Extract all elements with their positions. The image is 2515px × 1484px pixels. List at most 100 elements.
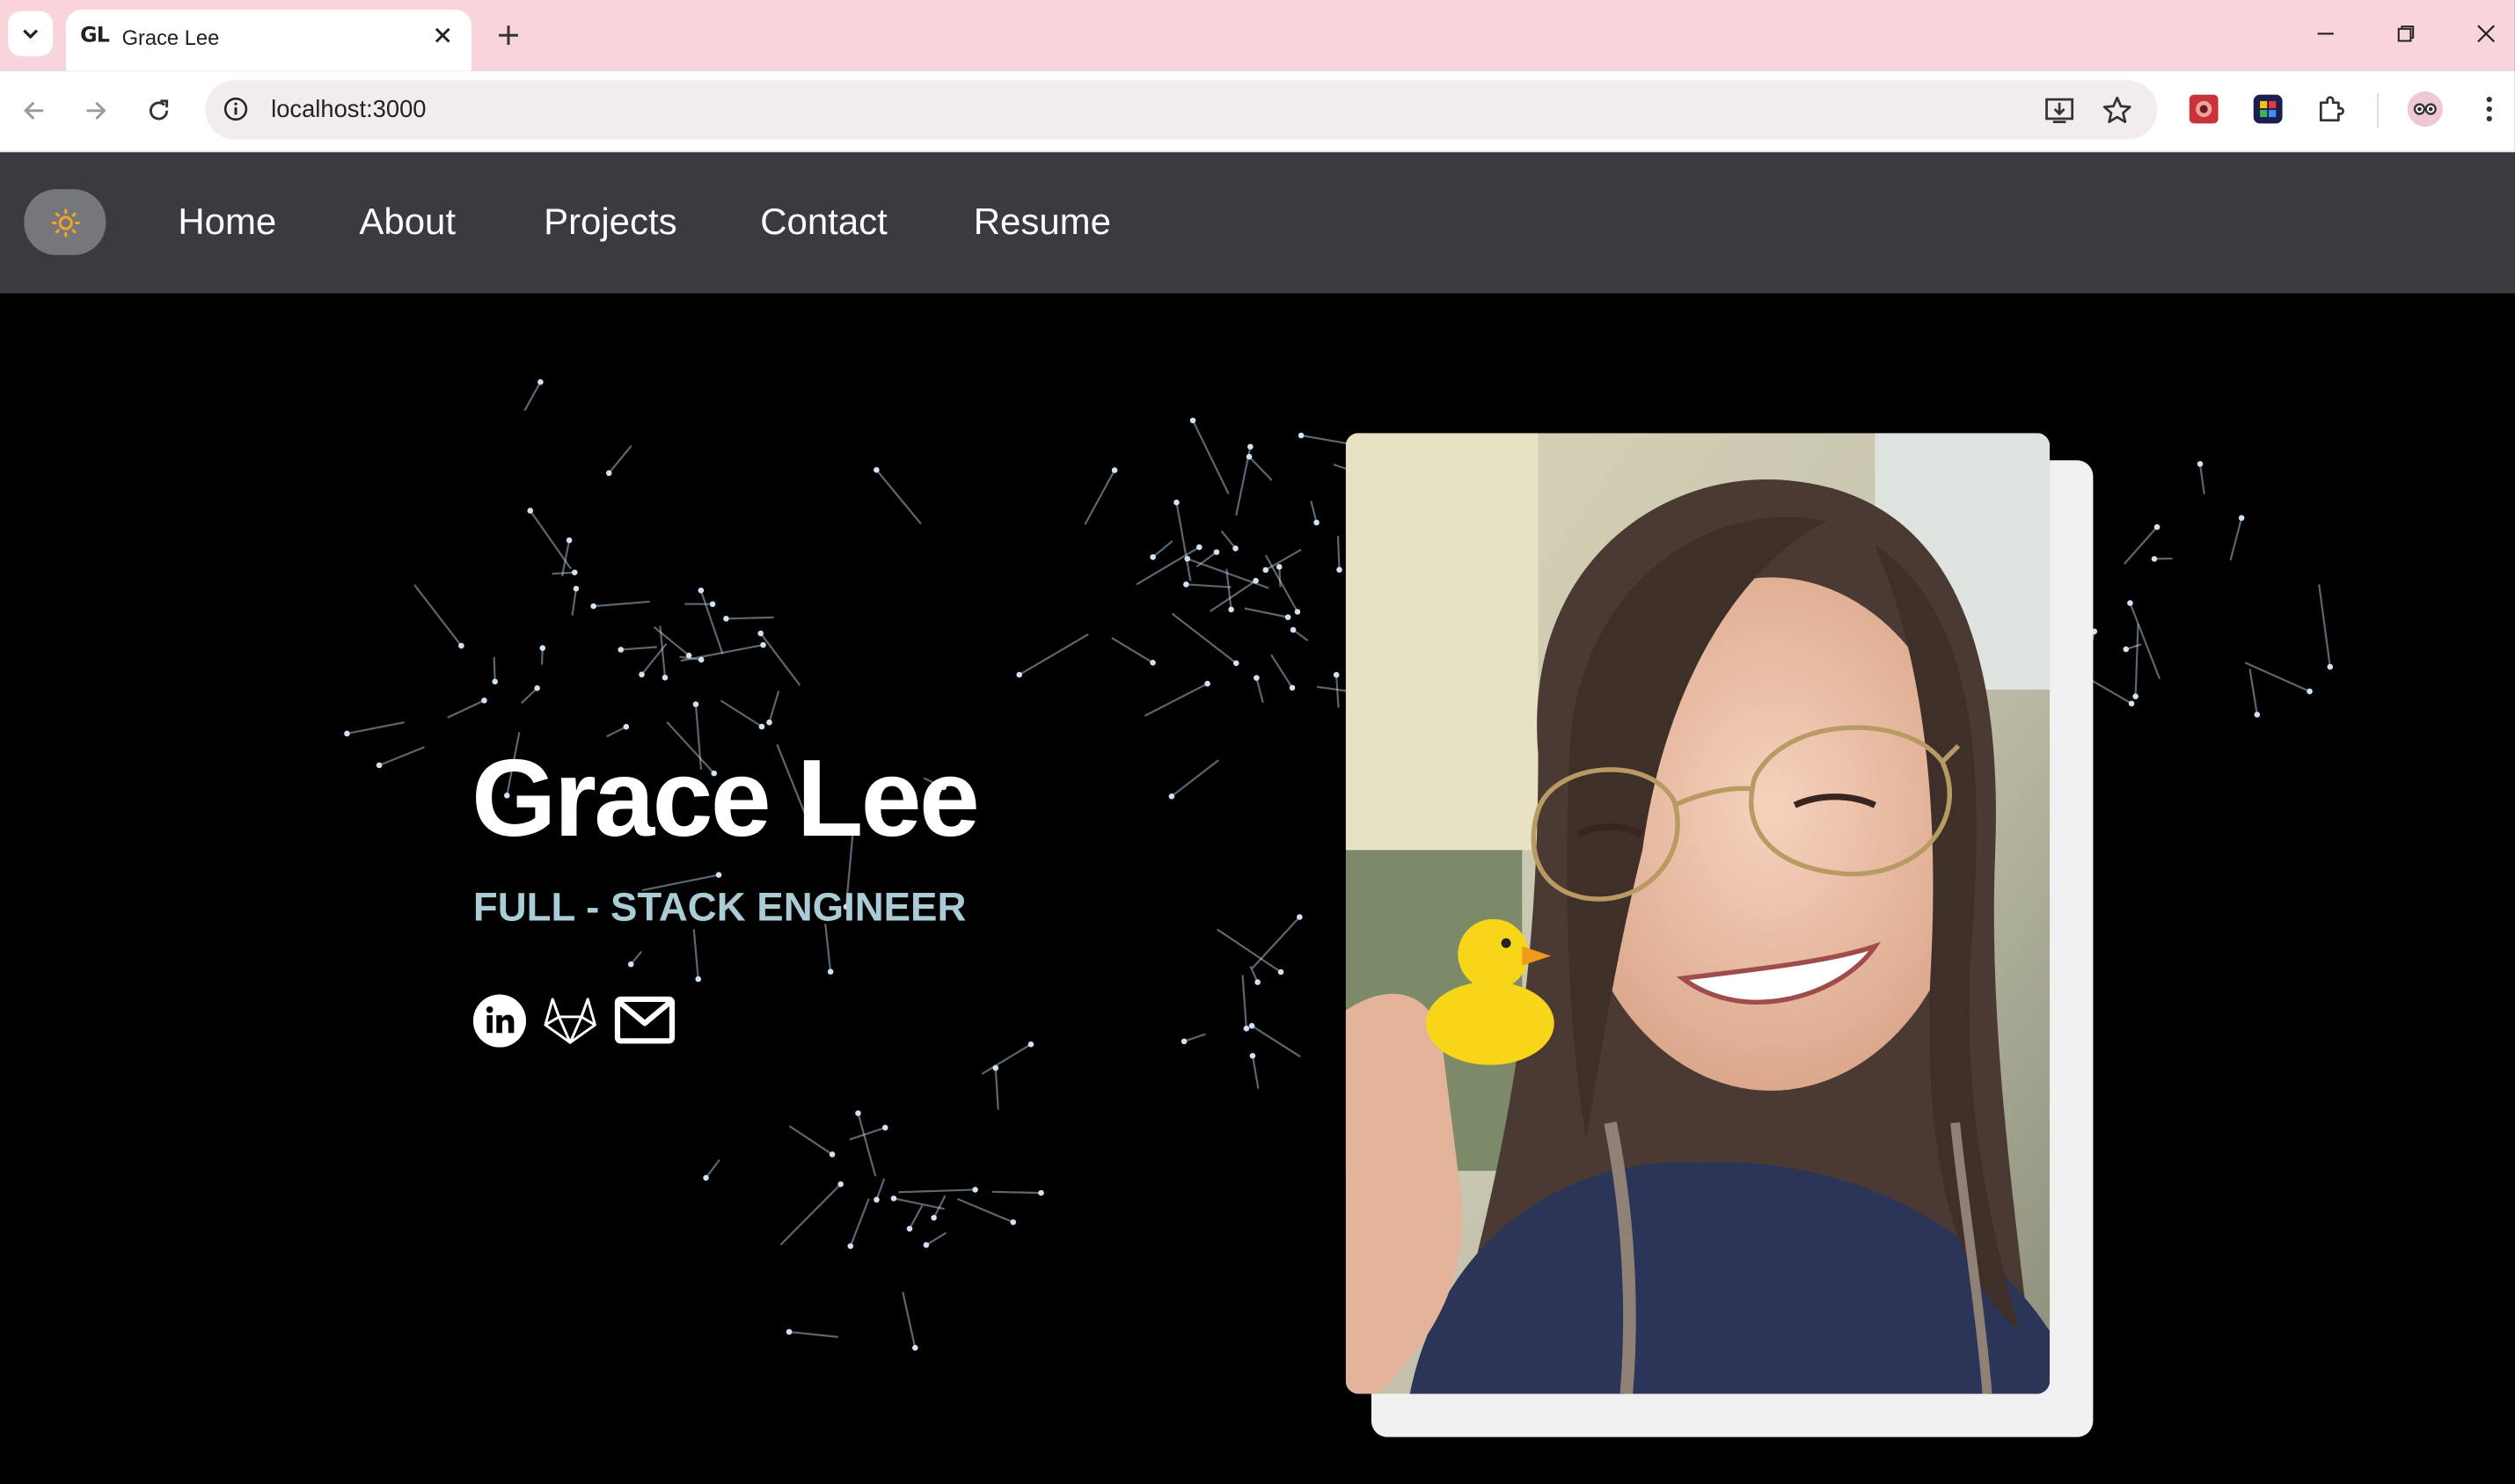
star-dot	[2151, 556, 2158, 562]
star-dot	[1150, 553, 1156, 560]
star-streak	[521, 687, 538, 705]
star-streak	[1195, 551, 1217, 568]
star-dot	[695, 976, 702, 983]
gitlab-link[interactable]	[542, 990, 598, 1050]
browser-toolbar: localhost:3000	[0, 70, 2515, 153]
star-streak	[1251, 1025, 1301, 1058]
star-streak	[1111, 637, 1154, 664]
star-dot	[1150, 660, 1156, 666]
star-dot	[344, 730, 350, 737]
tab-list-button[interactable]	[8, 11, 54, 56]
portrait-illustration	[1345, 433, 2051, 1394]
restore-button[interactable]	[2387, 14, 2425, 53]
star-dot	[573, 585, 580, 592]
back-button[interactable]	[13, 90, 55, 131]
linkedin-link[interactable]	[472, 990, 527, 1050]
star-streak	[1171, 612, 1237, 664]
tab-title: Grace Lee	[121, 26, 220, 50]
star-dot	[2327, 663, 2334, 670]
star-dot	[1277, 969, 1284, 976]
extensions-button[interactable]	[2314, 91, 2350, 127]
star-dot	[923, 1242, 930, 1248]
nav-link-contact[interactable]: Contact	[760, 201, 888, 244]
nav-link-about[interactable]: About	[359, 201, 456, 244]
star-streak	[857, 1113, 877, 1177]
star-dot	[1290, 626, 1297, 633]
star-dot	[2153, 523, 2160, 530]
star-dot	[458, 642, 464, 649]
star-streak	[1244, 607, 1289, 618]
star-dot	[1294, 609, 1301, 615]
url-text[interactable]: localhost:3000	[271, 96, 426, 123]
star-streak	[493, 657, 496, 682]
reload-button[interactable]	[138, 90, 179, 131]
minimize-icon	[2317, 33, 2334, 35]
linkedin-icon	[472, 993, 527, 1047]
star-dot	[847, 1243, 854, 1249]
star-dot	[1027, 1041, 1035, 1048]
star-dot	[2132, 693, 2138, 699]
window-close-button[interactable]	[2467, 14, 2505, 53]
star-dot	[2128, 700, 2135, 707]
nav-link-projects[interactable]: Projects	[544, 201, 677, 244]
address-bar[interactable]: localhost:3000	[205, 80, 2158, 140]
star-streak	[1310, 501, 1318, 523]
site-info-button[interactable]	[222, 95, 251, 124]
star-dot	[376, 762, 383, 769]
star-dot	[698, 656, 705, 663]
star-streak	[705, 1159, 720, 1179]
star-dot	[827, 969, 834, 975]
star-dot	[1228, 606, 1234, 613]
forward-arrow-icon	[86, 101, 106, 120]
star-dot	[760, 641, 766, 648]
toolbar-divider	[2377, 92, 2379, 128]
star-dot	[639, 671, 645, 678]
star-dot	[1010, 1219, 1017, 1225]
forward-button[interactable]	[76, 90, 117, 131]
star-streak	[2198, 464, 2205, 494]
star-dot	[1016, 671, 1023, 678]
star-dot	[786, 1328, 793, 1335]
profile-avatar-icon	[2407, 91, 2443, 128]
new-tab-button[interactable]	[489, 16, 528, 55]
star-streak	[552, 571, 575, 575]
install-app-button[interactable]	[2043, 95, 2075, 127]
extension-button-1[interactable]	[2186, 91, 2221, 127]
extension-button-2[interactable]	[2250, 91, 2285, 127]
bookmark-button[interactable]	[2102, 95, 2133, 127]
star-streak	[620, 646, 657, 651]
chevron-down-icon	[23, 29, 39, 40]
minimize-button[interactable]	[2307, 14, 2345, 53]
profile-button[interactable]	[2407, 91, 2443, 128]
star-dot	[1204, 680, 1210, 687]
star-streak	[1265, 548, 1302, 571]
gitlab-icon	[544, 998, 596, 1044]
theme-toggle-button[interactable]	[24, 189, 106, 255]
nav-link-resume[interactable]: Resume	[974, 201, 1111, 244]
star-dot	[537, 378, 544, 385]
star-streak	[1241, 975, 1247, 1029]
star-dot	[2127, 600, 2133, 606]
star-dot	[1247, 443, 1254, 450]
star-dot	[723, 616, 729, 622]
star-dot	[912, 1344, 918, 1351]
star-dot	[881, 1124, 888, 1131]
star-streak	[788, 1330, 838, 1338]
star-dot	[1333, 671, 1340, 678]
email-link[interactable]	[614, 990, 676, 1050]
extension-red-icon	[2189, 94, 2219, 124]
nav-link-home[interactable]: Home	[178, 201, 276, 244]
star-streak	[413, 584, 463, 647]
browser-tab[interactable]: GL Grace Lee	[65, 9, 472, 71]
star-streak	[347, 721, 405, 735]
star-streak	[2229, 517, 2243, 561]
window-close-icon	[2477, 25, 2496, 43]
browser-menu-button[interactable]	[2472, 91, 2507, 127]
star-dot	[1254, 979, 1261, 985]
star-dot	[757, 630, 764, 637]
tab-close-button[interactable]	[428, 21, 457, 50]
star-dot	[829, 1151, 836, 1158]
star-dot	[481, 698, 487, 704]
star-dot	[1262, 567, 1269, 574]
plus-icon	[499, 26, 518, 46]
